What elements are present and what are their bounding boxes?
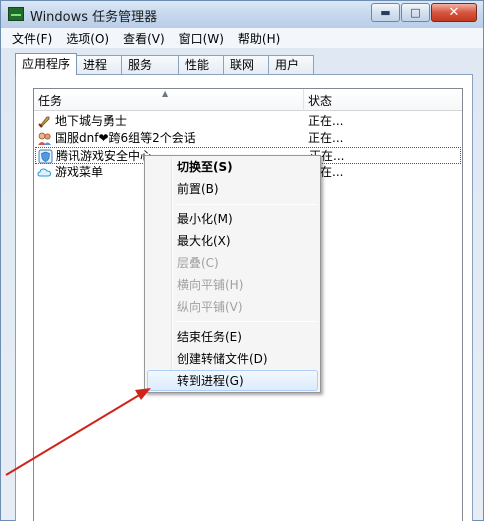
context-menu-end-task[interactable]: 结束任务(E) bbox=[177, 327, 242, 347]
column-status-label: 状态 bbox=[308, 94, 333, 108]
menu-separator bbox=[175, 204, 317, 205]
chat-contacts-icon bbox=[38, 132, 51, 145]
tab-users[interactable]: 用户 bbox=[268, 55, 315, 75]
context-menu-minimize[interactable]: 最小化(M) bbox=[177, 209, 233, 229]
context-menu-cascade: 层叠(C) bbox=[177, 256, 219, 270]
task-name: 地下城与勇士 bbox=[55, 114, 128, 128]
tab-performance[interactable]: 性能 bbox=[178, 55, 225, 75]
task-status: 正在... bbox=[308, 114, 344, 128]
shield-icon bbox=[38, 149, 53, 164]
maximize-button[interactable]: □ bbox=[401, 3, 430, 22]
tab-applications[interactable]: 应用程序 bbox=[15, 53, 78, 75]
context-menu-tile-horizontally: 横向平铺(H) bbox=[177, 278, 244, 292]
close-button[interactable]: ✕ bbox=[431, 3, 477, 22]
task-name: 腾讯游戏安全中心 bbox=[56, 149, 153, 163]
window-controls: ▬ □ ✕ bbox=[371, 3, 477, 22]
menu-window[interactable]: 窗口(W) bbox=[174, 30, 229, 47]
menu-separator bbox=[175, 321, 317, 322]
sort-ascending-icon: ▲ bbox=[162, 89, 169, 98]
tab-networking[interactable]: 联网 bbox=[223, 55, 270, 75]
task-status: 正在... bbox=[308, 131, 344, 145]
menu-options[interactable]: 选项(O) bbox=[61, 30, 114, 47]
context-menu-go-to-process[interactable]: 转到进程(G) bbox=[177, 371, 244, 391]
context-menu-tile-vertically: 纵向平铺(V) bbox=[177, 300, 243, 314]
column-header-task[interactable]: 任务 bbox=[34, 89, 304, 111]
menu-view[interactable]: 查看(V) bbox=[118, 30, 170, 47]
minimize-icon: ▬ bbox=[380, 6, 391, 19]
context-menu-bring-to-front[interactable]: 前置(B) bbox=[177, 179, 219, 199]
menu-bar: 文件(F) 选项(O) 查看(V) 窗口(W) 帮助(H) bbox=[1, 28, 483, 48]
close-icon: ✕ bbox=[448, 5, 460, 20]
maximize-icon: □ bbox=[410, 6, 421, 19]
task-manager-window: Windows 任务管理器 ▬ □ ✕ 文件(F) 选项(O) 查看(V) 窗口… bbox=[0, 0, 484, 521]
sword-icon bbox=[38, 116, 50, 128]
list-header: 任务 ▲ 状态 bbox=[34, 89, 462, 111]
window-title: Windows 任务管理器 bbox=[30, 10, 158, 25]
task-name: 国服dnf❤跨6组等2个会话 bbox=[55, 131, 196, 145]
context-menu: 切换至(S) 前置(B) 最小化(M) 最大化(X) 层叠(C) 横向平铺(H)… bbox=[144, 155, 321, 393]
cloud-icon bbox=[37, 168, 52, 177]
task-name: 游戏菜单 bbox=[55, 165, 104, 179]
column-header-status[interactable]: 状态 bbox=[304, 89, 462, 111]
list-item[interactable]: 国服dnf❤跨6组等2个会话 正在... bbox=[35, 130, 461, 147]
context-menu-create-dump-file[interactable]: 创建转储文件(D) bbox=[177, 349, 268, 369]
context-menu-switch-to[interactable]: 切换至(S) bbox=[177, 157, 233, 177]
minimize-button[interactable]: ▬ bbox=[371, 3, 400, 22]
context-menu-maximize[interactable]: 最大化(X) bbox=[177, 231, 231, 251]
menu-help[interactable]: 帮助(H) bbox=[233, 30, 285, 47]
tab-processes[interactable]: 进程 bbox=[76, 55, 123, 75]
task-manager-app-icon bbox=[8, 7, 24, 21]
tab-services[interactable]: 服务 bbox=[121, 55, 180, 75]
tab-strip: 应用程序 进程 服务 性能 联网 用户 bbox=[15, 53, 315, 75]
menu-file[interactable]: 文件(F) bbox=[7, 30, 57, 47]
title-bar[interactable]: Windows 任务管理器 ▬ □ ✕ bbox=[1, 1, 483, 28]
column-task-label: 任务 bbox=[38, 94, 63, 108]
list-item[interactable]: 地下城与勇士 正在... bbox=[35, 113, 461, 130]
